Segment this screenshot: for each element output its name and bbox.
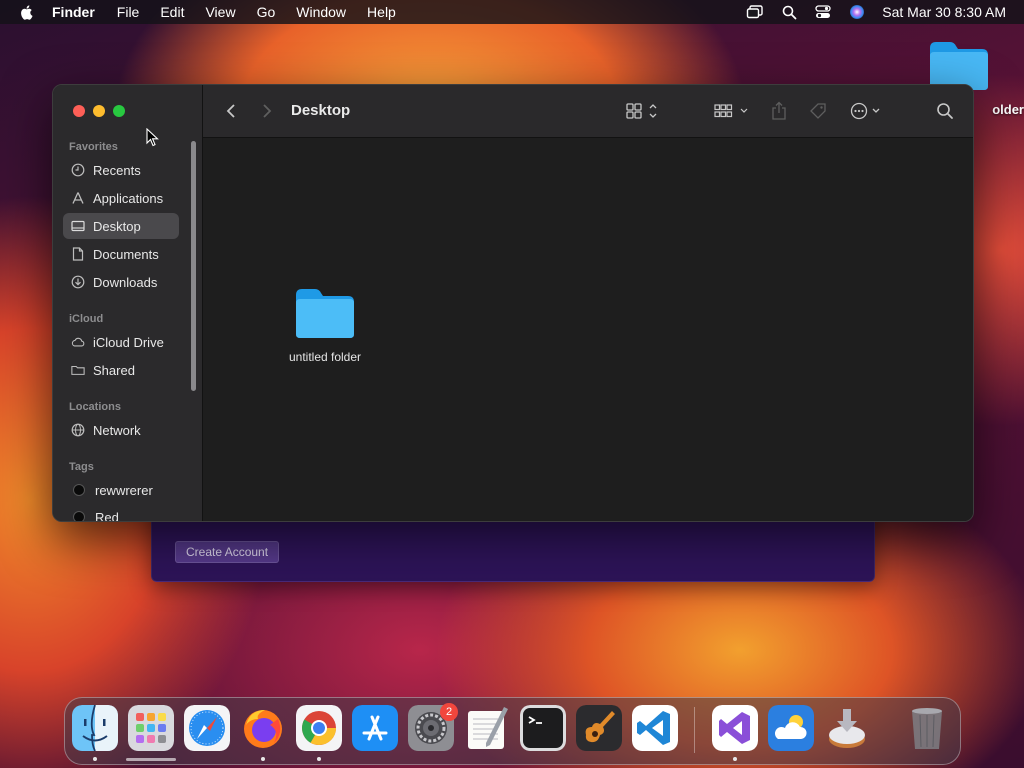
menu-window[interactable]: Window [296,4,346,20]
finder-icon[interactable] [72,705,118,751]
tag-color-dot [73,484,85,496]
download-icon [71,275,85,289]
menu-clock[interactable]: Sat Mar 30 8:30 AM [882,4,1006,20]
share-icon [772,101,786,120]
chevron-right-icon [263,104,272,118]
sidebar-item-documents[interactable]: Documents [63,241,179,267]
sidebar-item-label: Red [95,509,119,522]
safari-icon[interactable] [184,705,230,751]
installer-icon[interactable] [824,705,870,751]
dock-separator [694,707,695,753]
minimize-window-button[interactable] [93,105,105,117]
apple-menu-icon[interactable] [18,3,36,21]
sidebar-header-favorites[interactable]: Favorites [69,141,118,153]
clock-icon [71,163,85,177]
forward-button[interactable] [261,101,273,121]
menu-edit[interactable]: Edit [160,4,184,20]
sidebar-header-tags[interactable]: Tags [69,461,94,473]
sidebar-item-label: Recents [93,162,141,178]
sidebar-tag-red[interactable]: Red [63,504,179,522]
notification-badge: 2 [440,703,458,721]
tag-icon [810,103,826,119]
action-menu-button[interactable] [849,101,889,121]
running-indicator [317,757,321,761]
sidebar-item-label: Network [93,422,141,438]
finder-window: Favorites Recents Applications Desktop D… [52,84,974,522]
sidebar-item-icloud-drive[interactable]: iCloud Drive [63,329,179,355]
tag-color-dot [73,511,85,521]
more-options-icon [850,102,880,120]
sidebar-item-shared[interactable]: Shared [63,357,179,383]
sidebar-item-label: Downloads [93,274,158,290]
screen-mirroring-icon[interactable] [746,3,764,21]
sidebar-scrollbar[interactable] [191,141,196,391]
sidebar-item-network[interactable]: Network [63,417,179,443]
running-indicator [261,757,265,761]
mouse-cursor-icon [146,128,159,147]
vscode-icon[interactable] [632,705,678,751]
weather-icon[interactable] [768,705,814,751]
group-button[interactable] [713,101,753,121]
spotlight-search-icon[interactable] [780,3,798,21]
folder-label[interactable]: untitled folder [271,350,379,364]
menu-bar: Finder File Edit View Go Window Help Sat… [0,0,1024,24]
tag-button[interactable] [807,101,829,121]
sidebar-item-label: rewwrerer [95,482,153,498]
dock-scroll-indicator [126,758,176,761]
window-title: Desktop [291,102,351,119]
menu-go[interactable]: Go [257,4,276,20]
menu-view[interactable]: View [205,4,235,20]
sidebar-item-recents[interactable]: Recents [63,157,179,183]
close-window-button[interactable] [73,105,85,117]
terminal-icon[interactable] [520,705,566,751]
applications-icon [71,191,85,205]
sidebar-item-desktop[interactable]: Desktop [63,213,179,239]
launchpad-icon[interactable] [128,705,174,751]
view-mode-button[interactable] [625,101,661,121]
sidebar-header-locations[interactable]: Locations [69,401,121,413]
sidebar-tag-rewwrerer[interactable]: rewwrerer [63,477,179,503]
document-icon [71,247,85,261]
running-indicator [733,757,737,761]
sidebar-item-label: Desktop [93,218,141,234]
sidebar-item-label: iCloud Drive [93,334,164,350]
chrome-icon[interactable] [296,705,342,751]
zoom-window-button[interactable] [113,105,125,117]
sidebar-item-downloads[interactable]: Downloads [63,269,179,295]
search-icon [937,103,953,119]
finder-content[interactable]: untitled folder [203,138,973,521]
garageband-icon[interactable] [576,705,622,751]
textedit-icon[interactable] [464,705,510,751]
folder-icon[interactable] [293,286,357,340]
sidebar-item-label: Shared [93,362,135,378]
firefox-icon[interactable] [240,705,286,751]
chevron-left-icon [226,104,235,118]
finder-sidebar: Favorites Recents Applications Desktop D… [53,85,203,521]
share-button[interactable] [769,101,789,121]
trash-icon[interactable] [904,705,950,751]
search-button[interactable] [935,101,955,121]
visual-studio-icon[interactable] [712,705,758,751]
desktop-icon [71,219,85,233]
sidebar-item-applications[interactable]: Applications [63,185,179,211]
create-account-button[interactable]: Create Account [175,541,280,563]
running-indicator [93,757,97,761]
shared-folder-icon [71,363,85,377]
control-center-icon[interactable] [814,3,832,21]
globe-icon [71,423,85,437]
sidebar-item-label: Applications [93,190,164,206]
app-store-icon[interactable] [352,705,398,751]
group-icon [714,104,748,118]
back-button[interactable] [225,101,237,121]
menu-help[interactable]: Help [367,4,396,20]
siri-icon[interactable] [848,3,866,21]
sidebar-item-label: Documents [93,246,159,262]
menu-app-name[interactable]: Finder [52,4,95,20]
finder-toolbar: Desktop [203,85,973,138]
icon-view-icon [626,103,657,119]
menu-file[interactable]: File [117,4,140,20]
sidebar-header-icloud[interactable]: iCloud [69,313,103,325]
cloud-icon [71,335,85,349]
